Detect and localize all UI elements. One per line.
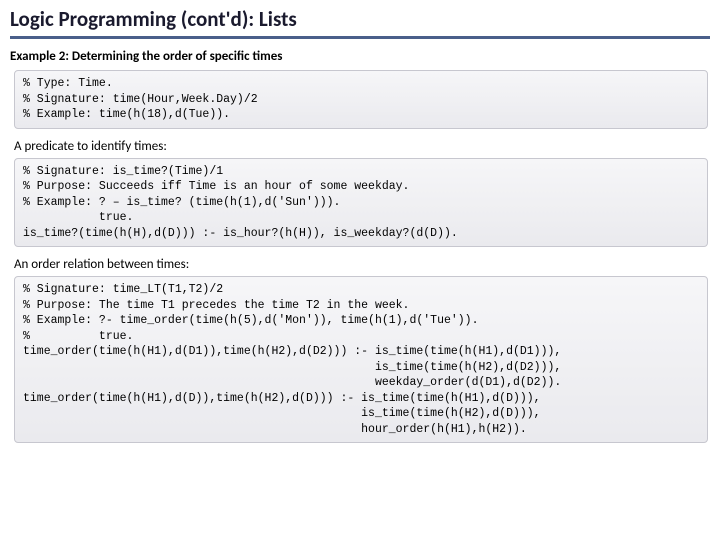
- code-block-time-order: % Signature: time_LT(T1,T2)/2 % Purpose:…: [14, 276, 708, 443]
- example-subtitle: Example 2: Determining the order of spec…: [0, 41, 720, 70]
- code-block-type: % Type: Time. % Signature: time(Hour,Wee…: [14, 70, 708, 129]
- code-block-is-time: % Signature: is_time?(Time)/1 % Purpose:…: [14, 158, 708, 248]
- title-underline: [10, 36, 710, 39]
- heading-predicate-identify: A predicate to identify times:: [0, 133, 720, 158]
- heading-order-relation: An order relation between times:: [0, 251, 720, 276]
- slide-title: Logic Programming (cont'd): Lists: [10, 6, 710, 34]
